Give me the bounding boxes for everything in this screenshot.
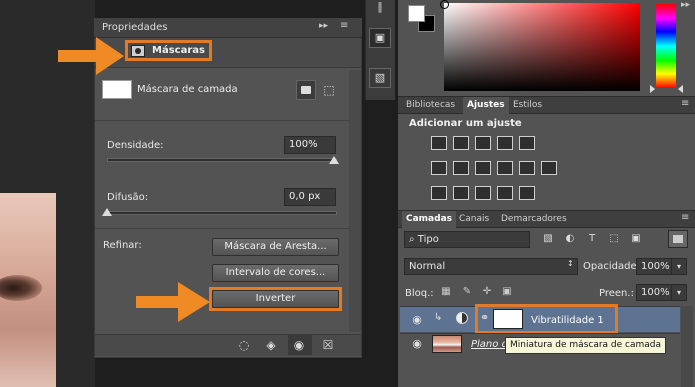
divider — [95, 228, 361, 229]
delete-mask-icon[interactable]: ☒ — [320, 337, 336, 353]
feather-slider-thumb[interactable] — [102, 208, 112, 216]
adjustment-filter-icon[interactable]: ◐ — [563, 232, 577, 246]
invert-highlight-box — [209, 287, 342, 311]
density-slider-thumb[interactable] — [329, 156, 339, 164]
tab-channels[interactable]: Canais — [455, 211, 493, 228]
hue-slider[interactable] — [656, 4, 676, 88]
properties-scrollbar[interactable] — [349, 70, 361, 332]
filter-toggle-button[interactable] — [668, 230, 688, 248]
hue-slider-left-arrow[interactable] — [650, 85, 655, 93]
tooltip: Miniatura de máscara de camada — [505, 337, 667, 354]
curves-icon[interactable] — [475, 136, 491, 150]
threshold-icon[interactable] — [475, 186, 491, 200]
lock-transparent-pixels-icon[interactable]: ▦ — [439, 285, 453, 299]
fill-label: Preen.: — [599, 288, 634, 299]
gradient-triangle-icon[interactable] — [519, 136, 535, 150]
exposure-icon[interactable] — [497, 136, 513, 150]
properties-panel-title: Propriedades — [102, 22, 168, 33]
black-white-icon[interactable] — [475, 161, 491, 175]
panel-menu-icon[interactable]: ≡ — [681, 98, 689, 109]
add-adjustment-heading: Adicionar um ajuste — [409, 118, 522, 129]
gradient-map-icon[interactable] — [519, 186, 535, 200]
load-selection-icon[interactable]: ◌ — [236, 337, 252, 353]
lock-position-icon[interactable]: ✛ — [480, 285, 494, 299]
color-range-button[interactable]: Intervalo de cores... — [212, 264, 339, 282]
density-input[interactable]: 100% — [284, 136, 336, 154]
color-picker-field[interactable] — [444, 3, 640, 91]
chevron-updown-icon: ↕ — [567, 259, 574, 268]
layer-visibility-eye-icon[interactable]: ◉ — [409, 313, 425, 327]
panel-menu-icon[interactable]: ≡ — [681, 212, 689, 223]
selective-color-icon[interactable] — [497, 186, 513, 200]
vibrance-adjustment-icon[interactable] — [456, 312, 468, 324]
blend-mode-select[interactable]: Normal — [404, 258, 578, 275]
tab-layers[interactable]: Camadas — [402, 211, 457, 228]
layer-name[interactable]: Vibratilidade 1 — [531, 315, 604, 326]
color-balance-icon[interactable] — [453, 161, 469, 175]
mask-icon — [131, 45, 145, 57]
color-lookup-icon[interactable] — [541, 161, 557, 175]
type-filter-icon[interactable]: T — [585, 232, 599, 246]
info-dock-icon[interactable]: ▧ — [369, 68, 391, 88]
posterize-icon[interactable] — [453, 186, 469, 200]
channel-mixer-icon[interactable] — [519, 161, 535, 175]
vector-mask-button[interactable]: ⬚ — [321, 80, 337, 100]
tab-adjustments[interactable]: Ajustes — [463, 97, 509, 114]
layer-photo-thumbnail[interactable] — [432, 335, 462, 353]
opacity-label: Opacidade: — [583, 261, 640, 272]
lock-image-pixels-icon[interactable]: ✎ — [460, 285, 474, 299]
annotation-arrow-bottom — [136, 282, 210, 322]
photo-filter-icon[interactable] — [497, 161, 513, 175]
panel-menu-icon[interactable]: ≡ — [340, 20, 348, 31]
color-picker-cursor[interactable] — [440, 0, 449, 9]
masks-label: Máscaras — [152, 45, 205, 56]
visibility-eye-icon[interactable]: ◉ — [291, 337, 307, 353]
annotation-arrow-top — [58, 37, 124, 75]
tab-libraries[interactable]: Bibliotecas — [402, 97, 459, 114]
layer-mask-thumbnail[interactable] — [493, 309, 523, 329]
smart-object-filter-icon[interactable]: ▣ — [629, 232, 643, 246]
fill-dropdown-arrow[interactable]: ▾ — [671, 284, 687, 301]
tab-paths[interactable]: Demarcadores — [497, 211, 571, 228]
pixel-mask-button[interactable] — [296, 80, 316, 100]
fill-input[interactable]: 100% — [636, 284, 674, 301]
collapse-panel-icon[interactable]: ▸▸ — [319, 21, 328, 31]
hue-slider-right-arrow[interactable] — [678, 85, 683, 93]
invert-icon[interactable] — [431, 186, 447, 200]
density-label: Densidade: — [107, 140, 164, 151]
tab-styles[interactable]: Estilos — [509, 97, 546, 114]
layer-mask-swatch — [102, 80, 132, 99]
lock-label: Bloq.: — [405, 288, 434, 299]
feather-slider[interactable] — [107, 211, 337, 215]
dock-grip-icon[interactable]: ‖ — [372, 0, 388, 14]
divider — [95, 120, 361, 121]
feather-input[interactable]: 0,0 px — [284, 188, 336, 206]
apply-mask-icon[interactable]: ◈ — [263, 337, 279, 353]
lock-all-icon[interactable]: ▣ — [500, 285, 514, 299]
layer-visibility-eye-icon[interactable]: ◉ — [409, 337, 425, 351]
layers-scrollbar[interactable] — [681, 306, 693, 387]
levels-icon[interactable] — [453, 136, 469, 150]
feather-label: Difusão: — [107, 192, 149, 203]
opacity-dropdown-arrow[interactable]: ▾ — [671, 258, 687, 275]
refine-label: Refinar: — [103, 240, 142, 251]
opacity-input[interactable]: 100% — [636, 258, 674, 275]
clipping-arrow-icon: ↳ — [434, 312, 443, 323]
properties-dock-icon[interactable]: ▣ — [369, 28, 391, 48]
density-slider[interactable] — [107, 158, 337, 162]
collapse-panel-icon[interactable]: ▸▸ — [681, 0, 690, 10]
layers-empty-area — [398, 355, 681, 387]
layer-name[interactable]: Plano d — [471, 339, 508, 350]
mask-edge-button[interactable]: Máscara de Aresta... — [212, 238, 339, 256]
shape-filter-icon[interactable]: ⬚ — [607, 232, 621, 246]
hue-saturation-icon[interactable] — [431, 161, 447, 175]
brightness-contrast-icon[interactable] — [431, 136, 447, 150]
layer-kind-filter[interactable]: ⌕ Tipo — [404, 231, 530, 248]
pixel-filter-icon[interactable]: ▧ — [541, 232, 555, 246]
layer-mask-label: Máscara de camada — [137, 84, 238, 95]
foreground-color-swatch[interactable] — [408, 5, 425, 22]
